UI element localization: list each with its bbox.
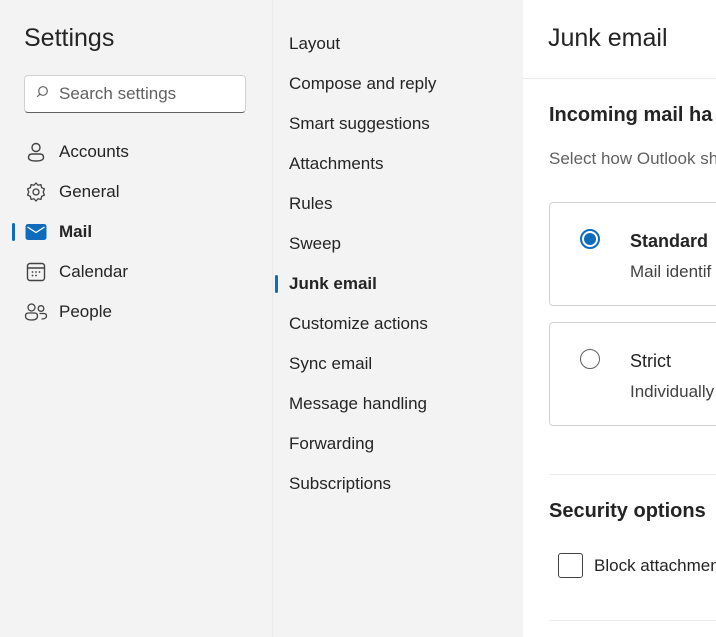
sidebar-item-general[interactable]: General [0,172,272,212]
mail-nav-label: Rules [289,194,333,213]
mail-nav-junk-email[interactable]: Junk email [273,264,524,304]
active-indicator [12,223,15,241]
mail-nav-smart-suggestions[interactable]: Smart suggestions [273,104,524,144]
option-card-standard[interactable]: Standard Mail identif [549,202,716,306]
mail-nav-label: Smart suggestions [289,114,430,133]
mail-nav-label: Sweep [289,234,341,253]
search-input[interactable] [59,76,239,112]
mail-nav-forwarding[interactable]: Forwarding [273,424,524,464]
option-title: Strict [630,351,672,371]
mail-nav-label: Forwarding [289,434,375,453]
incoming-mail-description: Select how Outlook sh [549,149,716,168]
sidebar-item-calendar[interactable]: Calendar [0,252,272,292]
mail-nav-label: Compose and reply [289,74,437,93]
settings-title: Settings [24,24,115,52]
mail-nav-compose-and-reply[interactable]: Compose and reply [273,64,524,104]
strict-radio[interactable] [580,349,600,369]
active-indicator [275,275,278,293]
mail-nav-label: Layout [289,34,341,53]
mail-nav-label: Customize actions [289,314,428,333]
block-attachments-checkbox[interactable] [558,553,583,578]
option-title: Standard [630,231,709,251]
settings-sidebar: Settings Accounts General Mail [0,0,272,637]
option-card-strict[interactable]: Strict Individually [549,322,716,426]
standard-radio[interactable] [580,229,600,249]
calendar-icon [24,260,48,284]
mail-settings-nav: Layout Compose and reply Smart suggestio… [272,0,524,637]
settings-category-nav: Accounts General Mail Calendar People [0,132,272,332]
junk-email-panel: Junk email Incoming mail ha Select how O… [523,0,716,637]
mail-nav-attachments[interactable]: Attachments [273,144,524,184]
sidebar-item-label: People [59,302,112,321]
section-divider [549,620,716,621]
mail-nav-label: Junk email [289,274,377,293]
sidebar-item-label: Calendar [59,262,128,281]
mail-nav-customize-actions[interactable]: Customize actions [273,304,524,344]
sidebar-item-mail[interactable]: Mail [0,212,272,252]
sidebar-item-label: General [59,182,120,201]
incoming-mail-heading: Incoming mail ha [549,104,713,126]
mail-nav-sync-email[interactable]: Sync email [273,344,524,384]
gear-icon [24,180,48,204]
section-divider [549,474,716,475]
security-options-heading: Security options [549,500,706,522]
person-icon [24,140,48,164]
mail-nav-layout[interactable]: Layout [273,24,524,64]
option-description: Individually [630,382,715,401]
mail-nav-label: Sync email [289,354,373,373]
page-title: Junk email [548,24,668,52]
people-icon [24,300,48,324]
mail-nav-subscriptions[interactable]: Subscriptions [273,464,524,504]
mail-nav-label: Subscriptions [289,474,392,493]
sidebar-item-people[interactable]: People [0,292,272,332]
search-icon [37,86,48,98]
header-divider [523,78,716,79]
option-description: Mail identif [630,262,712,281]
sidebar-item-accounts[interactable]: Accounts [0,132,272,172]
mail-nav-rules[interactable]: Rules [273,184,524,224]
mail-nav-label: Message handling [289,394,427,413]
search-box[interactable] [24,75,246,113]
mail-nav-message-handling[interactable]: Message handling [273,384,524,424]
sidebar-item-label: Accounts [59,142,129,161]
block-attachments-label[interactable]: Block attachmen [594,556,716,576]
sidebar-item-label: Mail [59,222,93,241]
mail-icon [24,220,48,244]
mail-nav-sweep[interactable]: Sweep [273,224,524,264]
mail-nav-label: Attachments [289,154,384,173]
